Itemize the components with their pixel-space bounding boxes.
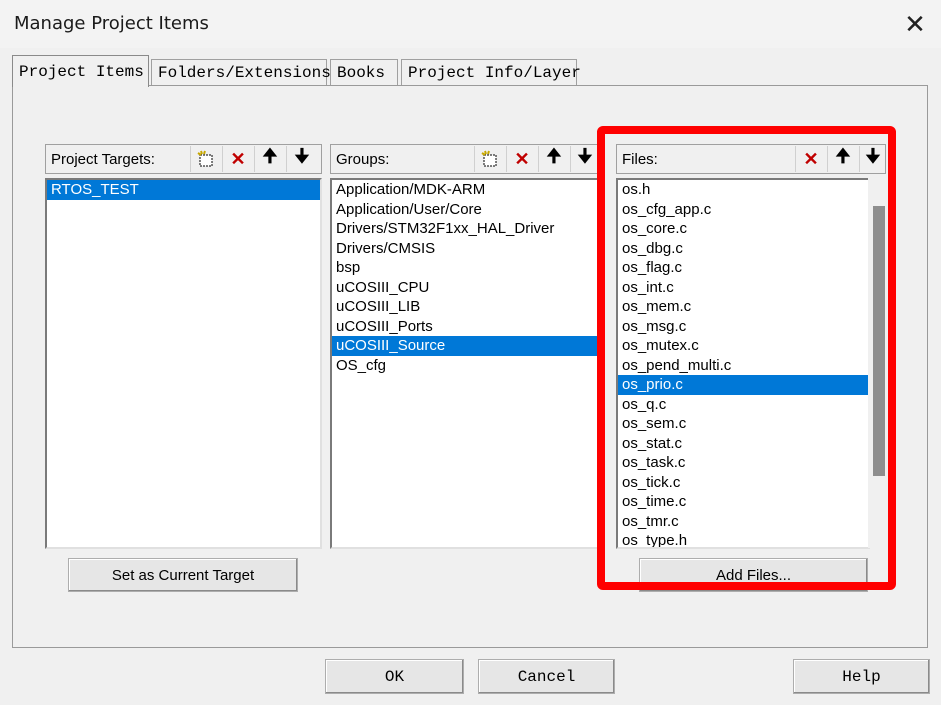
help-button[interactable]: Help <box>793 659 930 694</box>
file-move-up-icon[interactable]: 🠉 <box>827 146 858 172</box>
file-item[interactable]: os_int.c <box>618 278 868 298</box>
set-current-target-button[interactable]: Set as Current Target <box>68 558 298 592</box>
file-item[interactable]: os_type.h <box>618 531 868 547</box>
file-item[interactable]: os_mutex.c <box>618 336 868 356</box>
window-title: Manage Project Items <box>14 13 209 34</box>
groups-list[interactable]: Application/MDK-ARM Application/User/Core… <box>330 178 600 549</box>
file-item[interactable]: os_stat.c <box>618 434 868 454</box>
file-item[interactable]: os.h <box>618 180 868 200</box>
file-item[interactable]: os_cfg_app.c <box>618 200 868 220</box>
file-item[interactable]: os_dbg.c <box>618 239 868 259</box>
file-item[interactable]: os_mem.c <box>618 297 868 317</box>
group-item[interactable]: Drivers/CMSIS <box>332 239 598 259</box>
add-files-button[interactable]: Add Files... <box>639 558 868 592</box>
file-item[interactable]: os_msg.c <box>618 317 868 337</box>
group-item[interactable]: Application/MDK-ARM <box>332 180 598 200</box>
tab-project-info-layer[interactable]: Project Info/Layer <box>401 59 581 85</box>
file-item[interactable]: os_q.c <box>618 395 868 415</box>
targets-list[interactable]: RTOS_TEST <box>45 178 322 549</box>
new-target-icon[interactable] <box>190 146 221 172</box>
move-down-icon[interactable]: 🠋 <box>286 146 317 172</box>
title-bar: Manage Project Items ✕ <box>0 0 941 48</box>
group-item[interactable]: Application/User/Core <box>332 200 598 220</box>
group-move-down-icon[interactable]: 🠋 <box>570 146 599 172</box>
files-list[interactable]: os.h os_cfg_app.c os_core.c os_dbg.c os_flag… <box>616 178 870 549</box>
group-item[interactable]: uCOSIII_Source <box>332 336 598 356</box>
ok-button[interactable]: OK <box>325 659 464 694</box>
tab-books[interactable]: Books <box>330 59 398 85</box>
files-header: Files: ✕ 🠉 🠋 <box>616 144 886 174</box>
files-label: Files: <box>622 151 658 168</box>
group-item[interactable]: OS_cfg <box>332 356 598 376</box>
targets-header: Project Targets: ✕ 🠉 🠋 <box>45 144 322 174</box>
file-item[interactable]: os_pend_multi.c <box>618 356 868 376</box>
file-item[interactable]: os_sem.c <box>618 414 868 434</box>
target-item[interactable]: RTOS_TEST <box>47 180 320 200</box>
file-item[interactable]: os_core.c <box>618 219 868 239</box>
group-item[interactable]: bsp <box>332 258 598 278</box>
group-item[interactable]: uCOSIII_CPU <box>332 278 598 298</box>
close-icon[interactable]: ✕ <box>893 6 937 42</box>
group-move-up-icon[interactable]: 🠉 <box>538 146 569 172</box>
delete-group-icon[interactable]: ✕ <box>506 146 537 172</box>
file-item[interactable]: os_tmr.c <box>618 512 868 532</box>
group-item[interactable]: uCOSIII_LIB <box>332 297 598 317</box>
new-group-icon[interactable] <box>474 146 505 172</box>
file-move-down-icon[interactable]: 🠋 <box>859 146 886 172</box>
file-item[interactable]: os_flag.c <box>618 258 868 278</box>
file-item[interactable]: os_tick.c <box>618 473 868 493</box>
delete-target-icon[interactable]: ✕ <box>222 146 253 172</box>
scrollbar-thumb[interactable] <box>873 206 885 476</box>
files-scrollbar[interactable] <box>868 178 886 548</box>
file-item[interactable]: os_prio.c <box>618 375 868 395</box>
groups-header: Groups: ✕ 🠉 🠋 <box>330 144 600 174</box>
group-item[interactable]: uCOSIII_Ports <box>332 317 598 337</box>
file-item[interactable]: os_task.c <box>618 453 868 473</box>
targets-label: Project Targets: <box>51 151 155 168</box>
file-item[interactable]: os_time.c <box>618 492 868 512</box>
groups-label: Groups: <box>336 151 390 168</box>
delete-file-icon[interactable]: ✕ <box>795 146 826 172</box>
group-item[interactable]: Drivers/STM32F1xx_HAL_Driver <box>332 219 598 239</box>
move-up-icon[interactable]: 🠉 <box>254 146 285 172</box>
tab-folders-extensions[interactable]: Folders/Extensions <box>151 59 331 85</box>
cancel-button[interactable]: Cancel <box>478 659 615 694</box>
tab-project-items[interactable]: Project Items <box>12 55 149 87</box>
